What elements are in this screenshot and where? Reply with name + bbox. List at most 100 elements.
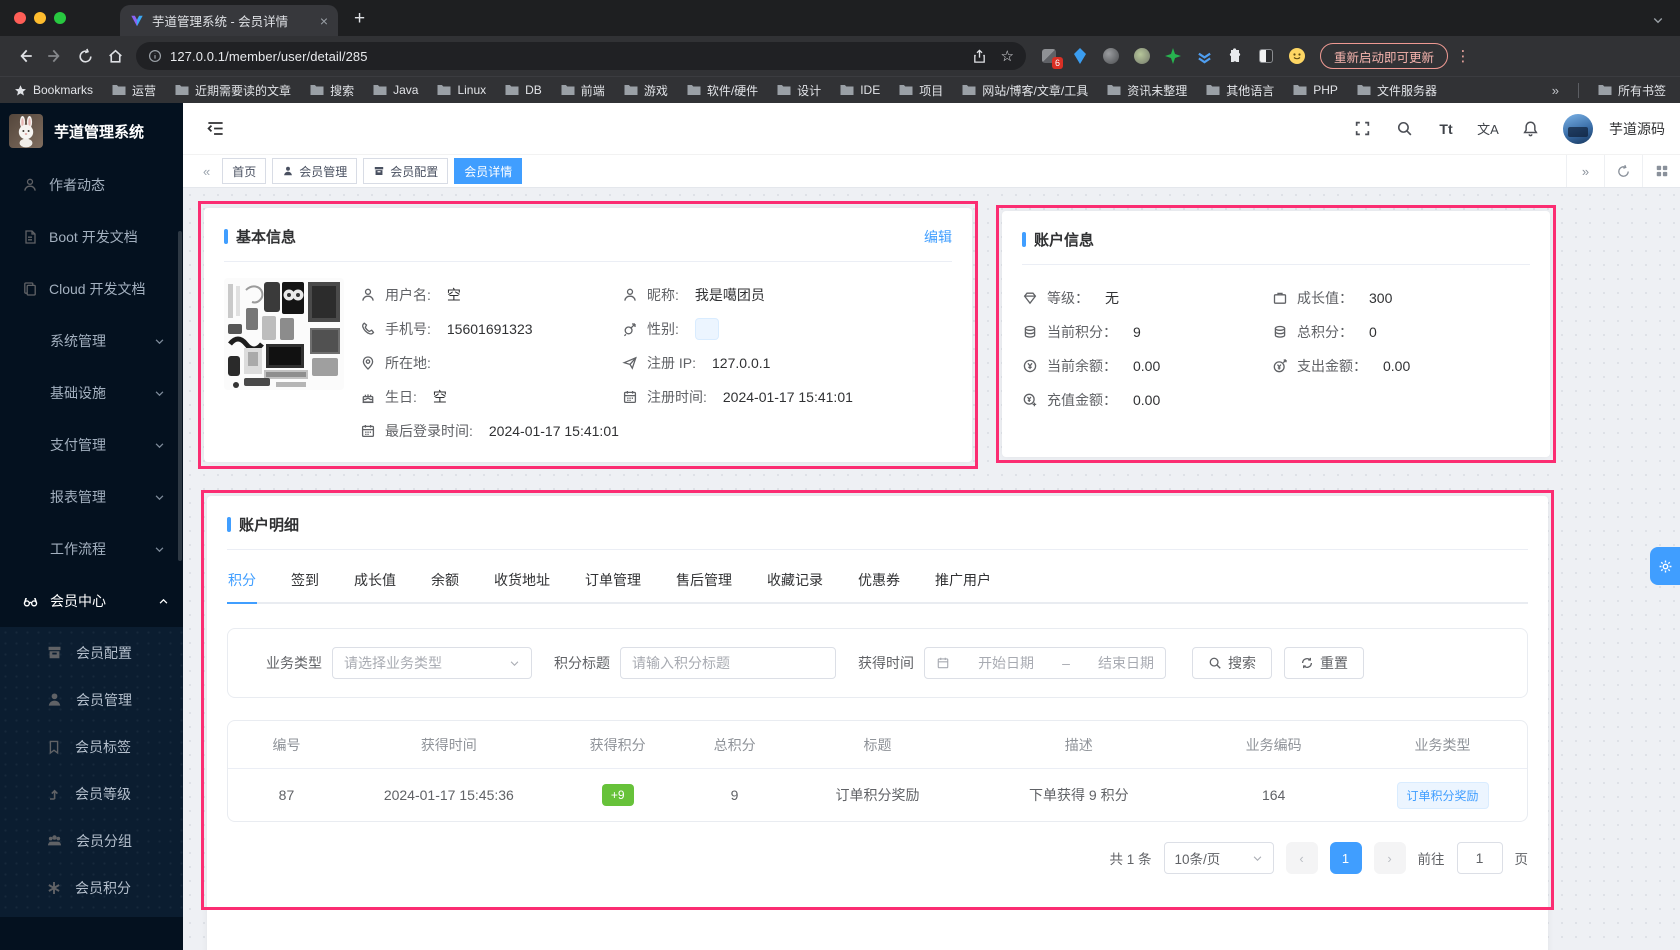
tab-point[interactable]: 积分: [227, 562, 257, 604]
bookmark-folder[interactable]: IDE: [840, 83, 880, 97]
sidebar-item-member-config[interactable]: 会员配置: [0, 629, 183, 676]
extension-icon-3[interactable]: [1102, 47, 1120, 65]
new-tab-button[interactable]: +: [354, 8, 365, 30]
chrome-update-button[interactable]: 重新启动即可更新: [1320, 43, 1449, 69]
sidebar-item-workflow[interactable]: 工作流程: [0, 523, 183, 575]
edit-button[interactable]: 编辑: [924, 227, 952, 247]
address-bar[interactable]: 127.0.0.1/member/user/detail/285 ☆: [136, 42, 1026, 70]
sidebar-item-author-news[interactable]: 作者动态: [0, 159, 183, 211]
bookmark-folder[interactable]: 运营: [112, 82, 156, 99]
bookmark-folder[interactable]: 搜索: [310, 82, 354, 99]
extension-icon-5[interactable]: [1164, 47, 1182, 65]
tab-signin[interactable]: 签到: [290, 562, 320, 602]
minimize-window-button[interactable]: [34, 12, 46, 24]
home-icon[interactable]: [100, 41, 130, 71]
site-info-icon[interactable]: [148, 49, 162, 63]
goto-page-input[interactable]: [1456, 842, 1503, 874]
tab-growth[interactable]: 成长值: [353, 562, 397, 602]
sidebar-item-infra[interactable]: 基础设施: [0, 367, 183, 419]
table-row[interactable]: 87 2024-01-17 15:45:36 +9 9 订单积分奖励 下单获得 …: [228, 769, 1527, 821]
share-icon[interactable]: [972, 49, 987, 64]
point-title-input[interactable]: [632, 655, 824, 671]
biz-type-select[interactable]: 请选择业务类型: [332, 647, 532, 679]
tab-balance[interactable]: 余额: [430, 562, 460, 602]
browser-menu-icon[interactable]: ⋮: [1454, 47, 1472, 65]
sidebar-item-member-level[interactable]: 会员等级: [0, 770, 183, 817]
browser-tab[interactable]: 芋道管理系统 - 会员详情 ×: [120, 5, 338, 36]
notification-bell-icon[interactable]: [1513, 112, 1547, 146]
bookmark-folder[interactable]: PHP: [1293, 83, 1338, 97]
bookmark-folder[interactable]: 文件服务器: [1357, 82, 1437, 99]
bookmark-folder[interactable]: 其他语言: [1206, 82, 1274, 99]
fullscreen-icon[interactable]: [1345, 112, 1379, 146]
extension-icon-7[interactable]: [1257, 47, 1275, 65]
bookmark-folder[interactable]: 网站/博客/文章/工具: [962, 82, 1088, 99]
app-logo[interactable]: 芋道管理系统: [0, 103, 183, 159]
current-page-button[interactable]: 1: [1329, 842, 1362, 874]
sidebar-item-cloud-docs[interactable]: Cloud 开发文档: [0, 263, 183, 315]
tab-close-icon[interactable]: ×: [320, 14, 328, 28]
sidebar-collapse-icon[interactable]: [198, 112, 232, 146]
tag-member-config[interactable]: 会员配置: [363, 158, 449, 184]
tab-favorite[interactable]: 收藏记录: [766, 562, 824, 602]
prev-page-button[interactable]: ‹: [1285, 842, 1318, 874]
bookmark-folder[interactable]: 前端: [561, 82, 605, 99]
tag-member-detail[interactable]: 会员详情: [454, 158, 523, 184]
bookmark-folder[interactable]: 设计: [777, 82, 821, 99]
next-page-button[interactable]: ›: [1373, 842, 1406, 874]
search-button[interactable]: 搜索: [1192, 647, 1272, 679]
tab-order[interactable]: 订单管理: [584, 562, 642, 602]
tag-home[interactable]: 首页: [222, 158, 267, 184]
bookmark-folder[interactable]: Java: [373, 83, 418, 97]
close-window-button[interactable]: [14, 12, 26, 24]
sidebar-item-member-group[interactable]: 会员分组: [0, 817, 183, 864]
tags-scroll-right-icon[interactable]: »: [1566, 155, 1604, 187]
bookmarks-overflow-icon[interactable]: »: [1552, 83, 1559, 98]
bookmark-folder[interactable]: 近期需要读的文章: [175, 82, 291, 99]
bookmarks-manager-item[interactable]: Bookmarks: [14, 83, 93, 97]
tab-aftersale[interactable]: 售后管理: [675, 562, 733, 602]
tab-search-chevron-icon[interactable]: [1652, 14, 1664, 26]
date-range-picker[interactable]: 开始日期 – 结束日期: [924, 647, 1166, 679]
sidebar-scrollbar[interactable]: [178, 231, 182, 561]
extensions-puzzle-icon[interactable]: [1226, 47, 1244, 65]
page-size-select[interactable]: 10条/页: [1163, 842, 1274, 874]
profile-avatar-icon[interactable]: [1288, 47, 1306, 65]
sidebar-item-system[interactable]: 系统管理: [0, 315, 183, 367]
bookmark-folder[interactable]: DB: [505, 83, 542, 97]
user-avatar[interactable]: [1563, 113, 1593, 144]
bookmark-star-icon[interactable]: ☆: [1001, 47, 1014, 65]
back-icon[interactable]: [10, 41, 40, 71]
tag-member-manage[interactable]: 会员管理: [272, 158, 358, 184]
refresh-page-icon[interactable]: [1604, 155, 1642, 187]
tab-coupon[interactable]: 优惠券: [857, 562, 901, 602]
zoom-window-button[interactable]: [54, 12, 66, 24]
extension-icon-6[interactable]: [1195, 47, 1213, 65]
all-bookmarks-item[interactable]: 所有书签: [1598, 82, 1666, 99]
reset-button[interactable]: 重置: [1284, 647, 1364, 679]
sidebar-item-member-center[interactable]: 会员中心: [0, 575, 183, 627]
bookmark-folder[interactable]: 游戏: [624, 82, 668, 99]
font-size-icon[interactable]: Tt: [1429, 112, 1463, 146]
bookmark-folder[interactable]: 资讯未整理: [1107, 82, 1187, 99]
sidebar-item-member-point[interactable]: 会员积分: [0, 864, 183, 911]
theme-settings-button[interactable]: [1650, 547, 1680, 585]
tab-address[interactable]: 收货地址: [493, 562, 551, 602]
extension-icon-4[interactable]: [1133, 47, 1151, 65]
bookmark-folder[interactable]: 软件/硬件: [687, 82, 758, 99]
sidebar-item-member-tag[interactable]: 会员标签: [0, 723, 183, 770]
extension-icon-2[interactable]: [1071, 47, 1089, 65]
search-icon[interactable]: [1387, 112, 1421, 146]
sidebar-item-report[interactable]: 报表管理: [0, 471, 183, 523]
bookmark-folder[interactable]: 项目: [899, 82, 943, 99]
bookmark-folder[interactable]: Linux: [437, 83, 486, 97]
user-name[interactable]: 芋道源码: [1609, 119, 1665, 139]
forward-icon[interactable]: [40, 41, 70, 71]
sidebar-item-boot-docs[interactable]: Boot 开发文档: [0, 211, 183, 263]
language-icon[interactable]: 文A: [1471, 112, 1505, 146]
tags-scroll-left-icon[interactable]: «: [197, 164, 216, 179]
reload-icon[interactable]: [70, 41, 100, 71]
tab-promoter[interactable]: 推广用户: [934, 562, 992, 602]
extension-icon-1[interactable]: 6: [1040, 47, 1063, 69]
sidebar-item-pay[interactable]: 支付管理: [0, 419, 183, 471]
